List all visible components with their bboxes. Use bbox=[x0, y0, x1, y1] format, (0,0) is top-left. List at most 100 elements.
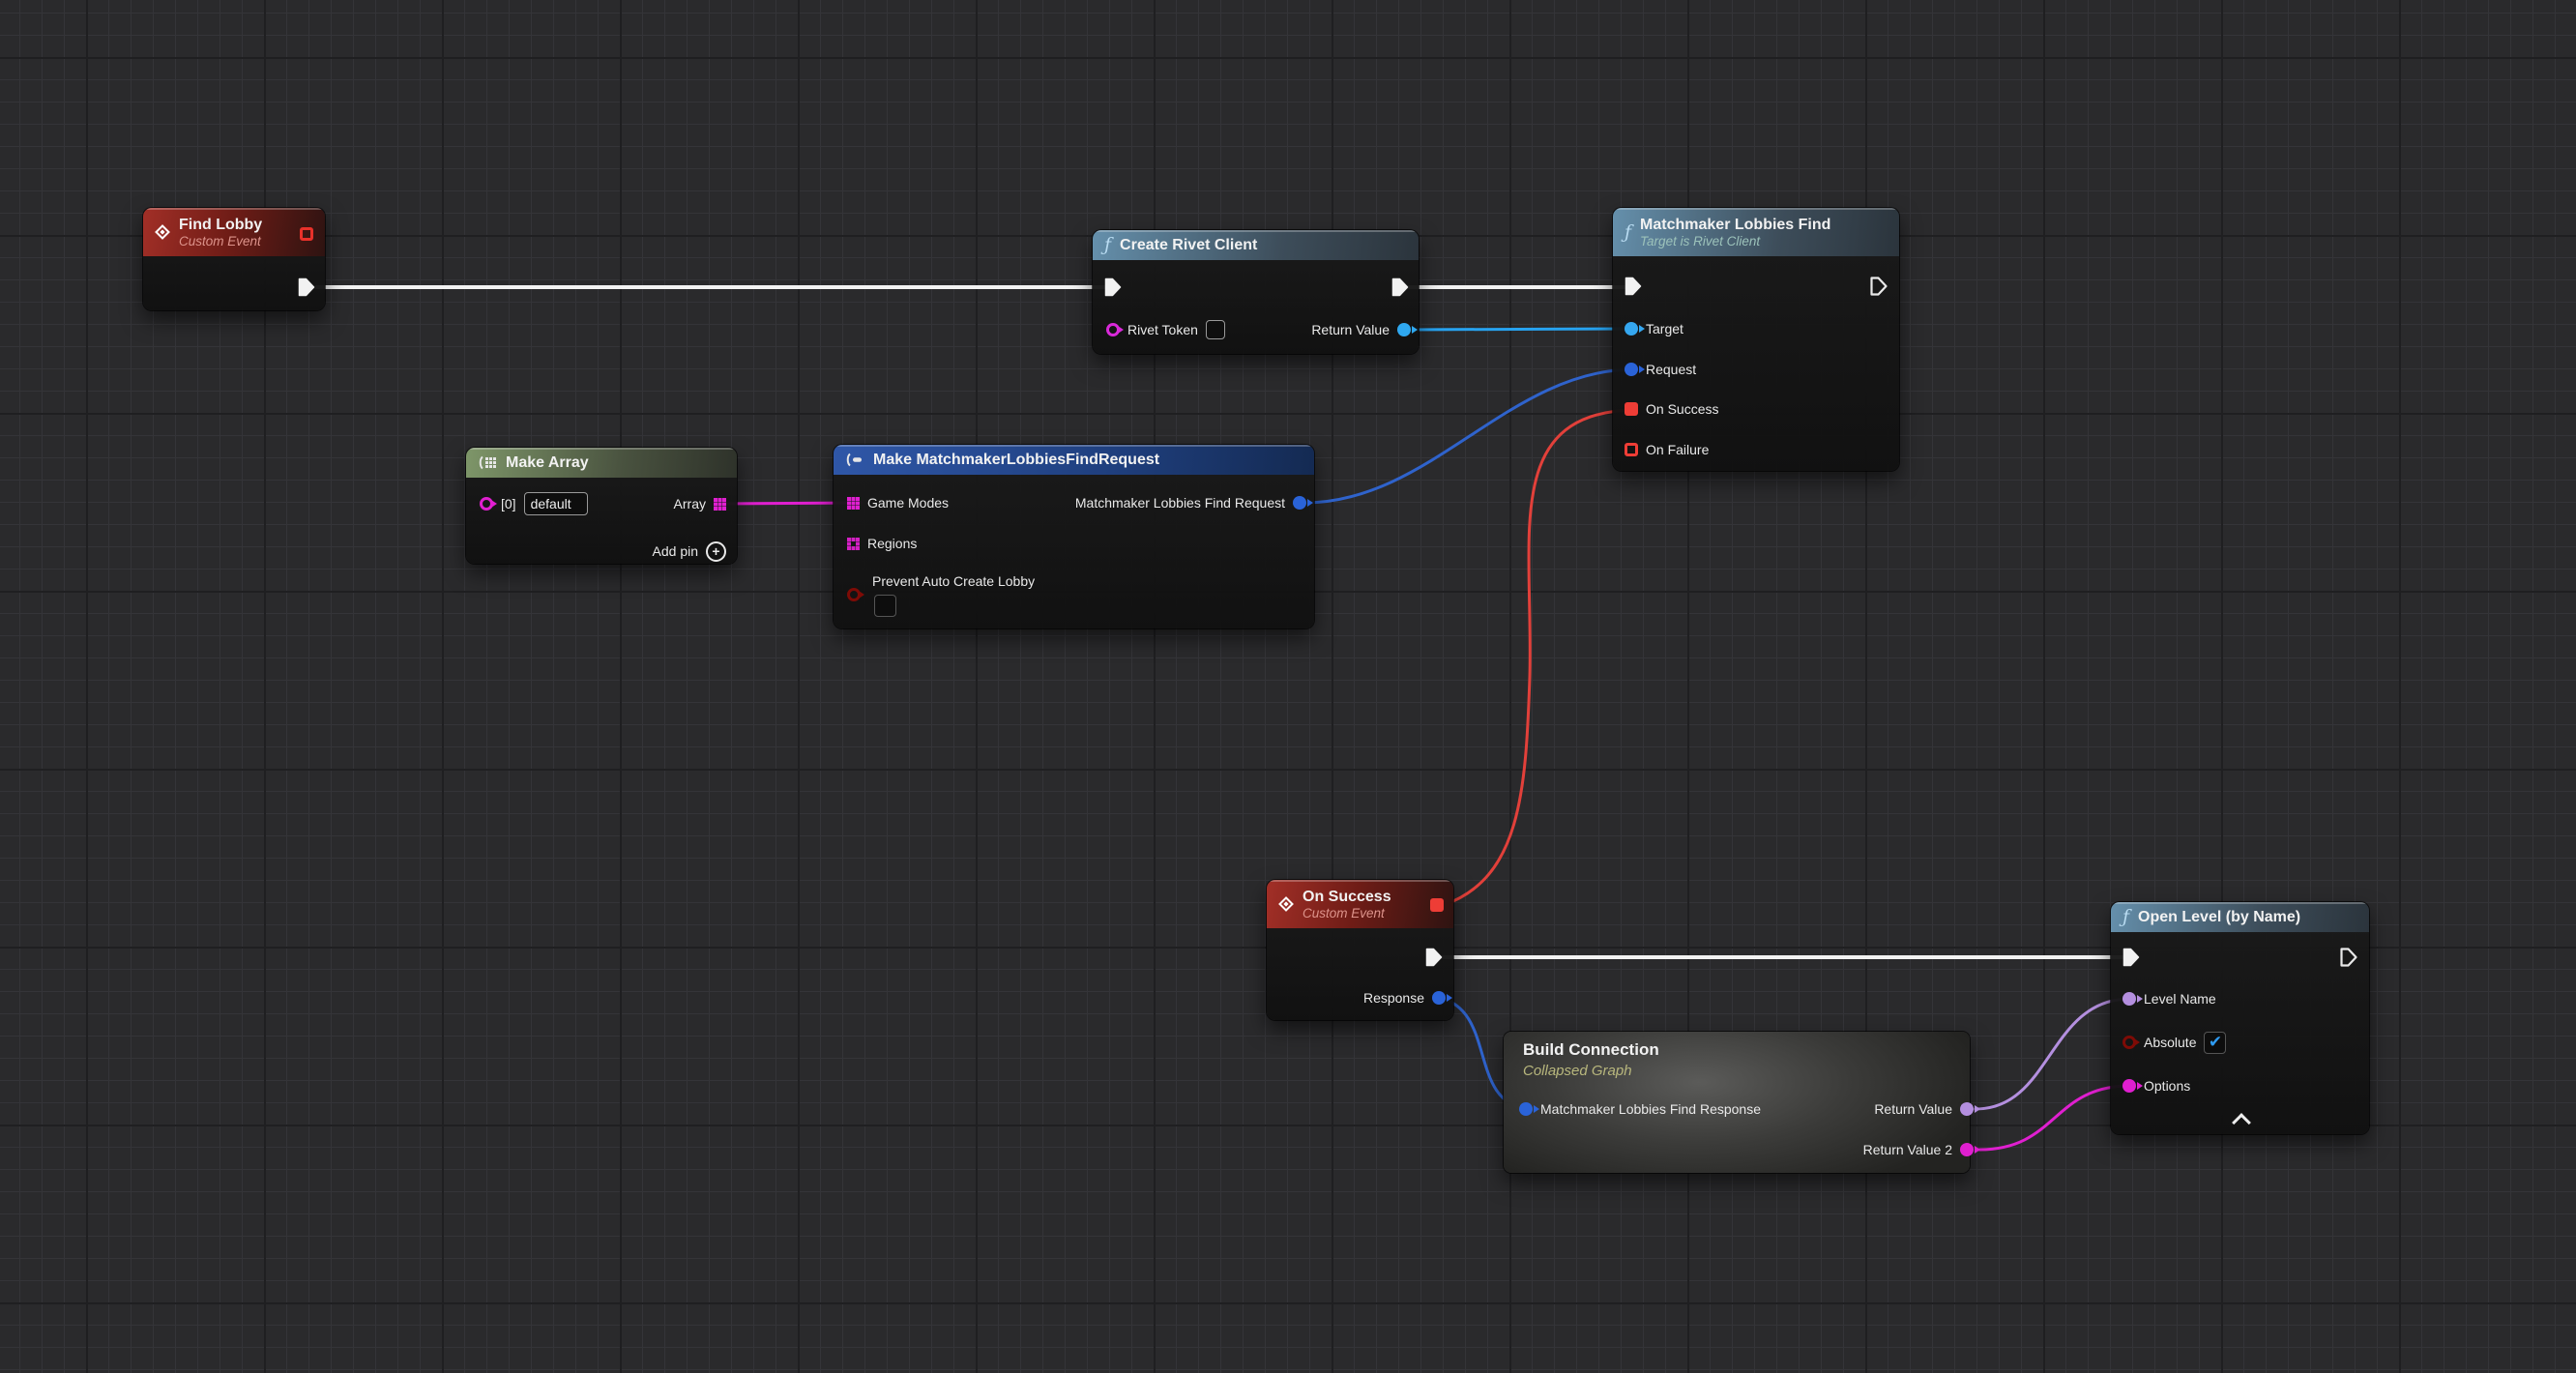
rivet-token-field[interactable] bbox=[1206, 320, 1225, 339]
wire-findrequest-to-request bbox=[1304, 369, 1634, 503]
node-title: On Success bbox=[1303, 888, 1391, 906]
on-failure-pin[interactable] bbox=[1625, 443, 1638, 456]
options-label: Options bbox=[2144, 1078, 2190, 1094]
node-subtitle: Custom Event bbox=[179, 234, 262, 249]
exec-out-row bbox=[2339, 947, 2358, 968]
node-make-matchmakerlobbiesfindrequest[interactable]: Make MatchmakerLobbiesFindRequest Game M… bbox=[834, 445, 1314, 628]
node-header[interactable]: ƒ Open Level (by Name) bbox=[2111, 902, 2369, 932]
return-value-pin[interactable] bbox=[1397, 323, 1411, 336]
response-row: Response bbox=[1363, 987, 1446, 1008]
function-icon: ƒ bbox=[1104, 236, 1111, 254]
return-value-2-pin[interactable] bbox=[1960, 1143, 1974, 1156]
node-header[interactable]: Make MatchmakerLobbiesFindRequest bbox=[834, 445, 1314, 475]
add-pin-row[interactable]: + Add pin bbox=[653, 540, 726, 562]
game-modes-label: Game Modes bbox=[867, 495, 949, 511]
game-modes-row: Game Modes bbox=[847, 492, 949, 513]
array-element-pin[interactable] bbox=[480, 497, 493, 511]
level-name-pin[interactable] bbox=[2122, 992, 2136, 1006]
exec-out-pin[interactable] bbox=[297, 277, 316, 298]
node-title: Matchmaker Lobbies Find bbox=[1640, 216, 1830, 234]
exec-in-pin[interactable] bbox=[1624, 276, 1643, 297]
array-element-field[interactable] bbox=[524, 492, 588, 515]
on-success-pin[interactable] bbox=[1625, 402, 1638, 416]
make-struct-icon bbox=[845, 453, 864, 467]
node-header[interactable]: ƒ Create Rivet Client bbox=[1093, 230, 1419, 260]
response-label: Response bbox=[1363, 990, 1424, 1006]
prevent-auto-create-lobby-checkbox[interactable] bbox=[874, 595, 896, 617]
target-row: Target bbox=[1625, 318, 1683, 339]
return-value-label: Return Value bbox=[1311, 322, 1390, 337]
node-find-lobby[interactable]: Find Lobby Custom Event bbox=[143, 208, 325, 310]
rivet-token-pin[interactable] bbox=[1106, 323, 1120, 336]
node-make-array[interactable]: Make Array [0] Array + Add pin bbox=[466, 448, 737, 564]
regions-label: Regions bbox=[867, 536, 917, 551]
wire-returnvalue-to-levelname bbox=[1976, 999, 2130, 1109]
exec-out-row bbox=[1390, 277, 1410, 298]
find-response-pin[interactable] bbox=[1519, 1102, 1533, 1116]
level-name-label: Level Name bbox=[2144, 991, 2216, 1007]
return-value-row: Return Value bbox=[1874, 1098, 1974, 1120]
prevent-auto-create-lobby-pin[interactable] bbox=[847, 588, 861, 601]
node-header[interactable]: Find Lobby Custom Event bbox=[143, 208, 325, 256]
add-pin-label: Add pin bbox=[653, 543, 698, 559]
wire-returnvalue-to-target bbox=[1408, 329, 1634, 330]
absolute-row: Absolute ✔ bbox=[2122, 1032, 2226, 1053]
exec-in-pin[interactable] bbox=[1103, 277, 1123, 298]
node-title: Make Array bbox=[506, 453, 589, 472]
node-subtitle: Collapsed Graph bbox=[1523, 1063, 1632, 1079]
node-header[interactable]: ƒ Matchmaker Lobbies Find Target is Rive… bbox=[1613, 208, 1899, 256]
node-header[interactable]: Make Array bbox=[466, 448, 737, 478]
exec-out-pin[interactable] bbox=[2339, 947, 2358, 968]
return-value-2-label: Return Value 2 bbox=[1863, 1142, 1952, 1157]
absolute-pin[interactable] bbox=[2122, 1036, 2136, 1049]
node-matchmaker-lobbies-find[interactable]: ƒ Matchmaker Lobbies Find Target is Rive… bbox=[1613, 208, 1899, 471]
absolute-label: Absolute bbox=[2144, 1035, 2196, 1050]
response-pin[interactable] bbox=[1432, 991, 1446, 1005]
exec-in-row bbox=[1103, 277, 1123, 298]
return-value-2-row: Return Value 2 bbox=[1863, 1139, 1974, 1160]
wire-layer bbox=[0, 0, 2576, 1373]
delegate-pin[interactable] bbox=[300, 227, 313, 241]
exec-in-pin[interactable] bbox=[2122, 947, 2141, 968]
add-pin-icon[interactable]: + bbox=[706, 541, 726, 562]
absolute-checkbox[interactable]: ✔ bbox=[2204, 1032, 2226, 1054]
node-on-success-event[interactable]: On Success Custom Event Response bbox=[1267, 880, 1453, 1020]
blueprint-graph-canvas[interactable]: Find Lobby Custom Event ƒ Create Rivet C… bbox=[0, 0, 2576, 1373]
options-pin[interactable] bbox=[2122, 1079, 2136, 1093]
exec-out-pin[interactable] bbox=[1869, 276, 1888, 297]
exec-out-pin[interactable] bbox=[1424, 947, 1444, 968]
node-header[interactable]: On Success Custom Event bbox=[1267, 880, 1453, 928]
node-title: Create Rivet Client bbox=[1120, 236, 1257, 254]
return-value-pin[interactable] bbox=[1960, 1102, 1974, 1116]
exec-out-pin[interactable] bbox=[1390, 277, 1410, 298]
target-pin[interactable] bbox=[1625, 322, 1638, 336]
node-title: Make MatchmakerLobbiesFindRequest bbox=[873, 451, 1159, 469]
rivet-token-row: Rivet Token bbox=[1106, 319, 1225, 340]
node-build-connection[interactable]: Build Connection Collapsed Graph Matchma… bbox=[1504, 1032, 1970, 1173]
on-failure-row: On Failure bbox=[1625, 439, 1709, 460]
exec-in-row bbox=[1624, 276, 1643, 297]
array-element-row: [0] bbox=[480, 493, 588, 514]
wire-onsuccess-delegate bbox=[1444, 410, 1632, 905]
on-success-label: On Success bbox=[1646, 401, 1718, 417]
find-request-out-pin[interactable] bbox=[1293, 496, 1306, 510]
game-modes-pin[interactable] bbox=[847, 497, 860, 510]
node-title: Open Level (by Name) bbox=[2138, 908, 2300, 926]
node-subtitle: Custom Event bbox=[1303, 906, 1391, 921]
rivet-token-label: Rivet Token bbox=[1127, 322, 1198, 337]
array-out-pin[interactable] bbox=[714, 498, 726, 511]
regions-pin[interactable] bbox=[847, 538, 860, 550]
checkmark-icon: ✔ bbox=[2209, 1035, 2222, 1051]
exec-in-row bbox=[2122, 947, 2141, 968]
array-out-label: Array bbox=[674, 496, 706, 511]
delegate-pin[interactable] bbox=[1430, 898, 1444, 912]
node-title: Find Lobby bbox=[179, 216, 262, 234]
array-out-row: Array bbox=[674, 493, 726, 514]
node-open-level-by-name[interactable]: ƒ Open Level (by Name) Level Name Absolu… bbox=[2111, 902, 2369, 1134]
node-create-rivet-client[interactable]: ƒ Create Rivet Client Rivet Token Return… bbox=[1093, 230, 1419, 354]
find-request-out-label: Matchmaker Lobbies Find Request bbox=[1075, 495, 1285, 511]
request-pin[interactable] bbox=[1625, 363, 1638, 376]
function-icon: ƒ bbox=[1625, 223, 1631, 242]
collapse-pins-chevron-icon[interactable] bbox=[2232, 1113, 2251, 1132]
custom-event-icon bbox=[155, 224, 170, 240]
